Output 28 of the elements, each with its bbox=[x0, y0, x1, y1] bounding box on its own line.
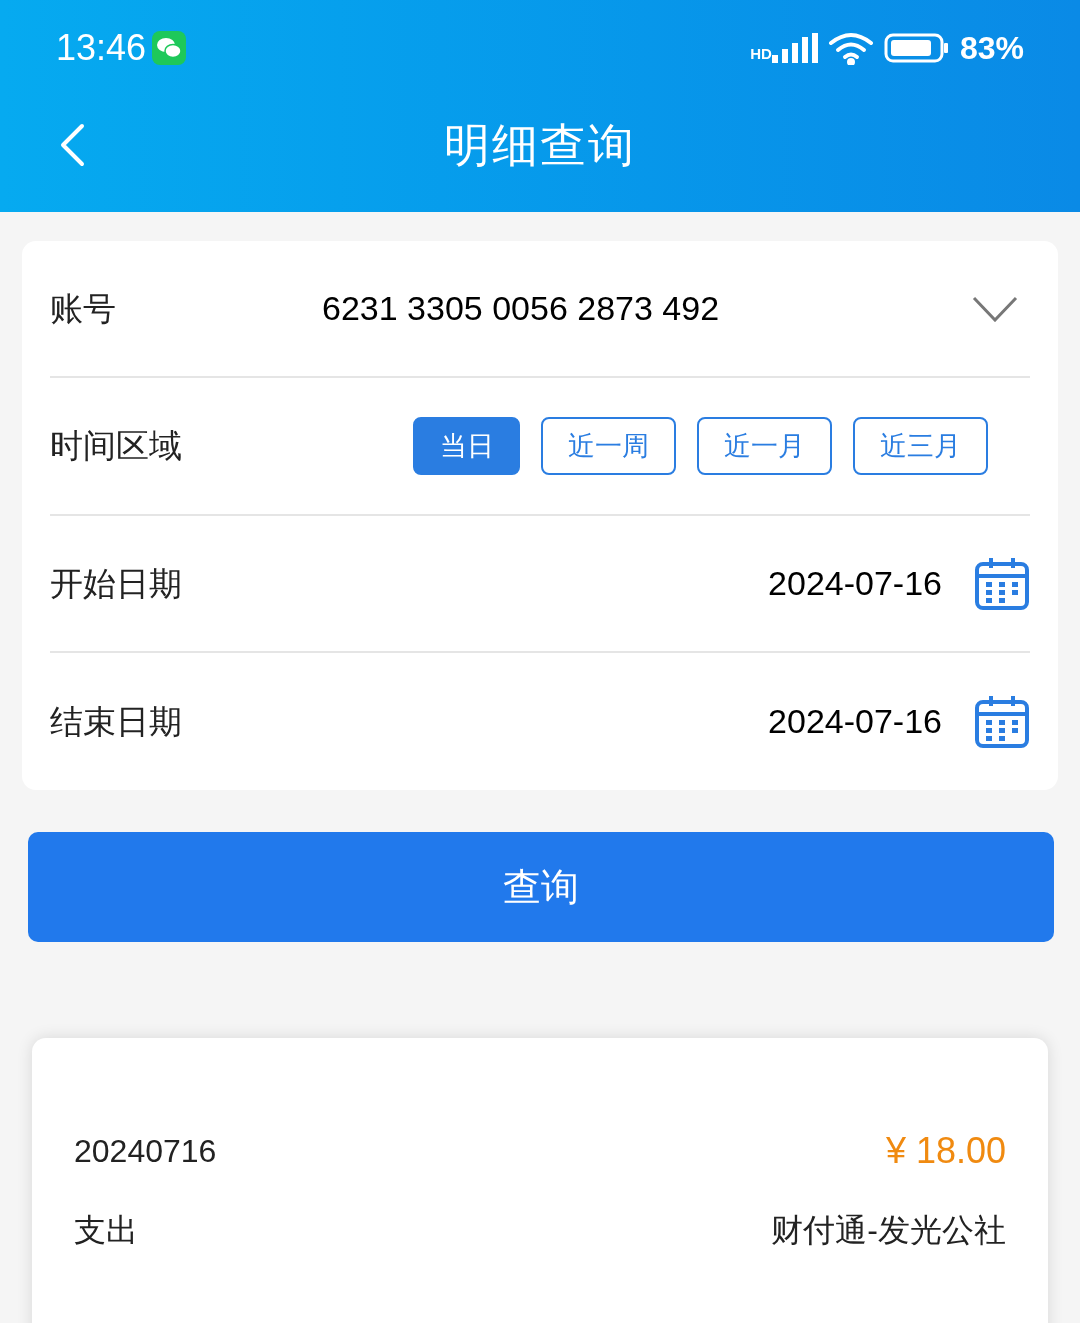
calendar-icon[interactable] bbox=[974, 693, 1030, 750]
query-button[interactable]: 查询 bbox=[28, 832, 1054, 942]
date-value[interactable]: 2024-07-16 bbox=[768, 558, 942, 609]
record-date: 20240716 bbox=[74, 1132, 217, 1171]
account-number: 6231 3305 0056 2873 492 bbox=[322, 288, 720, 329]
back-icon[interactable] bbox=[58, 123, 86, 167]
network-label: HD bbox=[750, 45, 772, 61]
time-range-tab[interactable]: 近一月 bbox=[697, 417, 832, 475]
time-range-tab[interactable]: 近三月 bbox=[853, 417, 988, 475]
record-amount: ¥ 18.00 bbox=[885, 1129, 1006, 1173]
field-label: 时间区域 bbox=[50, 426, 182, 467]
battery-icon bbox=[883, 32, 950, 63]
field-label: 结束日期 bbox=[50, 701, 182, 742]
chat-app-icon bbox=[152, 30, 187, 65]
status-time: 13:46 bbox=[56, 25, 147, 70]
record-type: 支出 bbox=[74, 1211, 138, 1250]
signal-icon bbox=[771, 32, 818, 63]
time-range-tab[interactable]: 当日 bbox=[413, 417, 520, 475]
page-title: 明细查询 bbox=[444, 117, 636, 173]
record-merchant: 财付通-发光公社 bbox=[771, 1211, 1006, 1250]
chevron-down-icon[interactable] bbox=[972, 295, 1018, 322]
battery-level: 83% bbox=[959, 28, 1024, 68]
field-label: 开始日期 bbox=[50, 563, 182, 604]
calendar-icon[interactable] bbox=[974, 555, 1030, 612]
field-label: 账号 bbox=[50, 288, 116, 329]
wifi-icon bbox=[827, 30, 874, 65]
date-value[interactable]: 2024-07-16 bbox=[768, 696, 942, 747]
time-range-tab[interactable]: 近一周 bbox=[541, 417, 676, 475]
